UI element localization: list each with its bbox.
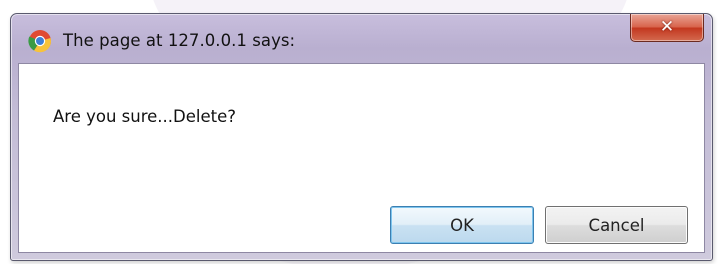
dialog-titlebar[interactable]: The page at 127.0.0.1 says: ✕ [11, 14, 712, 62]
dialog-content: Are you sure...Delete? OK Cancel [18, 63, 705, 253]
chrome-icon [28, 29, 52, 53]
screen: The page at 127.0.0.1 says: ✕ Are you su… [0, 0, 723, 264]
alert-dialog: The page at 127.0.0.1 says: ✕ Are you su… [10, 13, 713, 261]
dialog-title: The page at 127.0.0.1 says: [63, 31, 296, 50]
close-button[interactable]: ✕ [630, 14, 704, 42]
close-icon: ✕ [659, 16, 675, 37]
cancel-button[interactable]: Cancel [545, 206, 688, 244]
dialog-message: Are you sure...Delete? [53, 107, 236, 126]
ok-button[interactable]: OK [390, 206, 534, 244]
